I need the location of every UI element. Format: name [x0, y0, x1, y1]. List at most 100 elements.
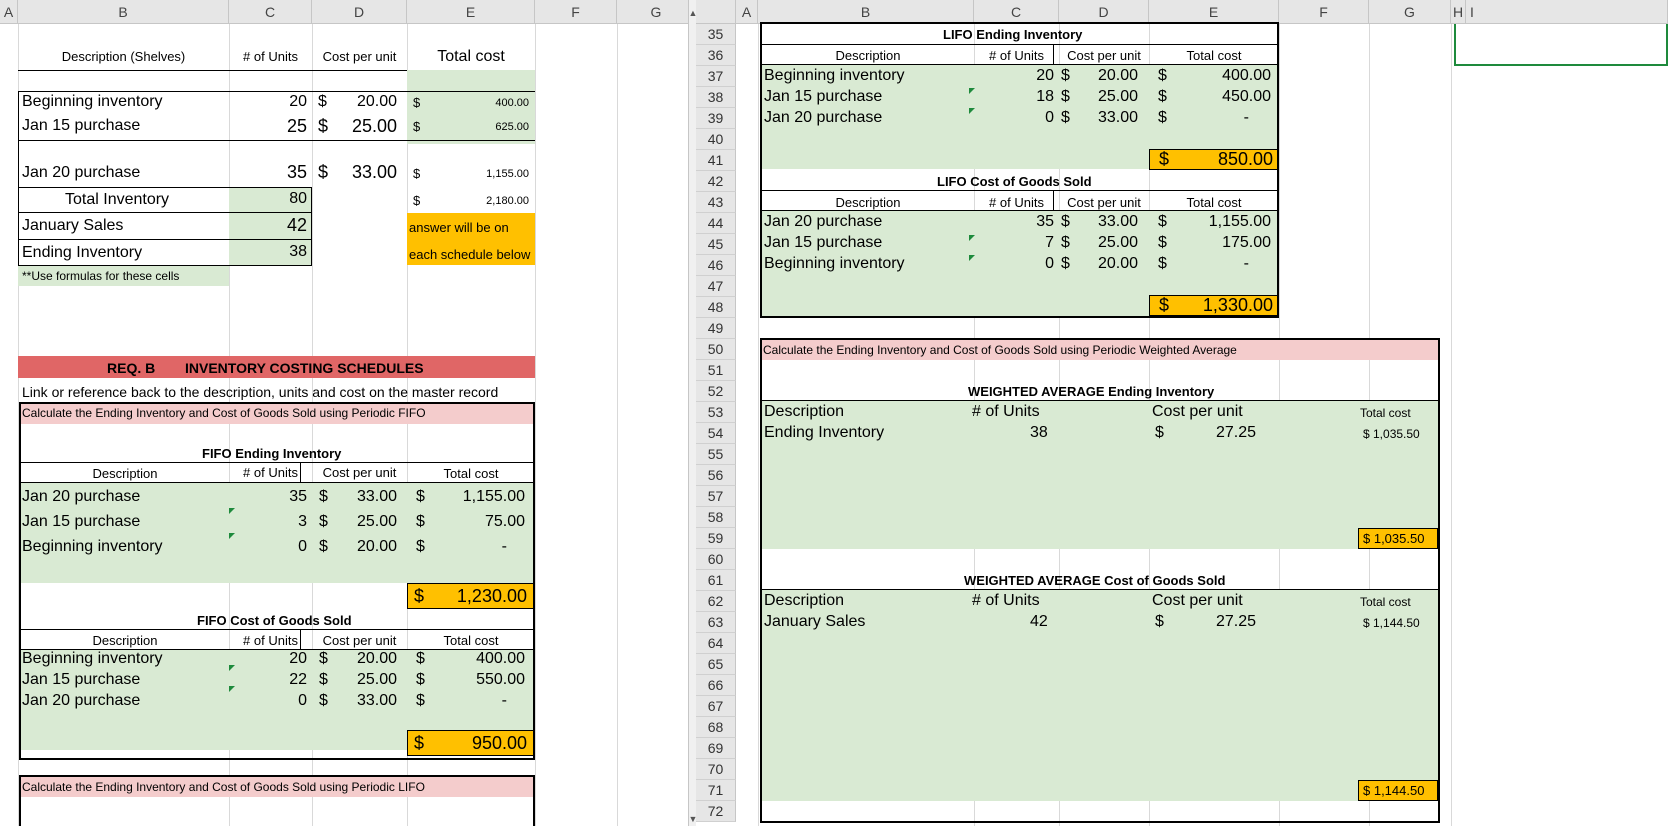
- fifo-cogs-col-desc: Description: [92, 633, 158, 648]
- col-header-e[interactable]: E: [1149, 0, 1279, 24]
- lifo-ei-units: 20: [1036, 67, 1054, 84]
- col-header-a[interactable]: A: [736, 0, 758, 24]
- row-header[interactable]: 53: [696, 402, 736, 423]
- row-header[interactable]: 41: [696, 150, 736, 171]
- row-header[interactable]: 55: [696, 444, 736, 465]
- right-pane: A B C D E F G H I 35 36 37 38 39 40 41 42 43 44 45…: [696, 0, 1668, 826]
- gridline: [758, 24, 759, 826]
- wa-ei-units: 38: [1030, 424, 1048, 441]
- scroll-down-icon[interactable]: ▼: [686, 814, 696, 824]
- divider: [300, 629, 301, 649]
- divider: [18, 212, 312, 213]
- selected-cell[interactable]: [1454, 24, 1668, 66]
- row-header[interactable]: 47: [696, 276, 736, 297]
- row-header[interactable]: 72: [696, 801, 736, 822]
- row-header[interactable]: 62: [696, 591, 736, 612]
- fifo-ei-units: 0: [298, 538, 307, 555]
- formula-indicator-icon: [229, 686, 235, 692]
- wa-ei-cpu: 27.25: [1216, 424, 1257, 441]
- wa-cogs-units: 42: [1030, 613, 1048, 630]
- row-header[interactable]: 39: [696, 108, 736, 129]
- row-header[interactable]: 50: [696, 339, 736, 360]
- col-header-c[interactable]: C: [974, 0, 1059, 24]
- fifo-instruction: Calculate the Ending Inventory and Cost …: [22, 406, 426, 420]
- row-header[interactable]: 71: [696, 780, 736, 801]
- master-desc: Jan 15 purchase: [22, 117, 141, 134]
- lifo-ei-col-desc: Description: [835, 48, 901, 63]
- lifo-ei-total: -: [1243, 109, 1249, 126]
- row-header[interactable]: 54: [696, 423, 736, 444]
- row-header[interactable]: 69: [696, 738, 736, 759]
- row-header[interactable]: 57: [696, 486, 736, 507]
- row-header[interactable]: 48: [696, 297, 736, 318]
- row-header[interactable]: 42: [696, 171, 736, 192]
- divider: [18, 91, 19, 141]
- lifo-cogs-units: 7: [1045, 234, 1054, 251]
- wa-cogs-title: WEIGHTED AVERAGE Cost of Goods Sold: [964, 573, 1226, 588]
- col-header-e[interactable]: E: [407, 0, 535, 24]
- fifo-cogs-col-total: Total cost: [443, 633, 499, 648]
- row-header[interactable]: 37: [696, 66, 736, 87]
- row-header[interactable]: 64: [696, 633, 736, 654]
- wa-ei-cur: $: [1155, 424, 1164, 441]
- row-header[interactable]: 45: [696, 234, 736, 255]
- row-header[interactable]: 61: [696, 570, 736, 591]
- row-header[interactable]: 35: [696, 24, 736, 45]
- fifo-cogs-total: -: [501, 692, 507, 709]
- col-header-f[interactable]: F: [1279, 0, 1369, 24]
- lifo-ei-units: 18: [1036, 88, 1054, 105]
- row-header[interactable]: 68: [696, 717, 736, 738]
- row-header[interactable]: 66: [696, 675, 736, 696]
- row-header[interactable]: 60: [696, 549, 736, 570]
- wa-cogs-col-cpu: Cost per unit: [1152, 592, 1243, 609]
- col-header-b[interactable]: B: [18, 0, 229, 24]
- select-all-corner[interactable]: [696, 0, 736, 24]
- col-header-f[interactable]: F: [535, 0, 617, 24]
- row-header[interactable]: 52: [696, 381, 736, 402]
- col-header-g[interactable]: G: [1369, 0, 1451, 24]
- divider: [21, 462, 533, 463]
- formula-note: **Use formulas for these cells: [22, 269, 180, 283]
- lifo-ei-col-units: # of Units: [989, 48, 1044, 63]
- row-header[interactable]: 49: [696, 318, 736, 339]
- col-header-c[interactable]: C: [229, 0, 312, 24]
- col-header-h[interactable]: H: [1451, 0, 1466, 24]
- vertical-scrollbar[interactable]: [688, 0, 696, 826]
- row-header[interactable]: 67: [696, 696, 736, 717]
- divider: [1053, 190, 1054, 210]
- row-header[interactable]: 59: [696, 528, 736, 549]
- master-col-cpu: Cost per unit: [322, 49, 397, 64]
- lifo-ei-desc: Jan 20 purchase: [764, 109, 883, 126]
- wa-cogs-total: $ 1,144.50: [1363, 616, 1420, 630]
- wa-cogs-cpu: 27.25: [1216, 613, 1257, 630]
- row-header[interactable]: 40: [696, 129, 736, 150]
- row-header[interactable]: 44: [696, 213, 736, 234]
- col-header-g[interactable]: G: [617, 0, 696, 24]
- master-cur: $: [318, 116, 329, 136]
- fifo-cogs-total: 400.00: [476, 650, 525, 667]
- fifo-cogs-col-cpu: Cost per unit: [322, 633, 397, 648]
- col-header-a[interactable]: A: [0, 0, 18, 24]
- col-header-i[interactable]: I: [1466, 0, 1668, 24]
- row-header[interactable]: 65: [696, 654, 736, 675]
- row-header[interactable]: 51: [696, 360, 736, 381]
- row-header[interactable]: 36: [696, 45, 736, 66]
- row-header[interactable]: 63: [696, 612, 736, 633]
- col-header-d[interactable]: D: [1059, 0, 1149, 24]
- scroll-up-icon[interactable]: ▲: [686, 8, 696, 18]
- row-header[interactable]: 70: [696, 759, 736, 780]
- lifo-ei-col-cpu: Cost per unit: [1067, 48, 1141, 63]
- row-header[interactable]: 58: [696, 507, 736, 528]
- row-header[interactable]: 46: [696, 255, 736, 276]
- wa-ei-total-value: $ 1,035.50: [1363, 531, 1425, 546]
- lifo-cogs-total: 175.00: [1222, 234, 1271, 251]
- row-header[interactable]: 56: [696, 465, 736, 486]
- row-header[interactable]: 43: [696, 192, 736, 213]
- col-header-d[interactable]: D: [312, 0, 407, 24]
- master-cpu: 25.00: [351, 116, 397, 136]
- row-header[interactable]: 38: [696, 87, 736, 108]
- col-header-b[interactable]: B: [758, 0, 974, 24]
- master-desc: Beginning inventory: [22, 93, 163, 110]
- divider: [762, 190, 1277, 191]
- lifo-instruction: Calculate the Ending Inventory and Cost …: [22, 780, 425, 794]
